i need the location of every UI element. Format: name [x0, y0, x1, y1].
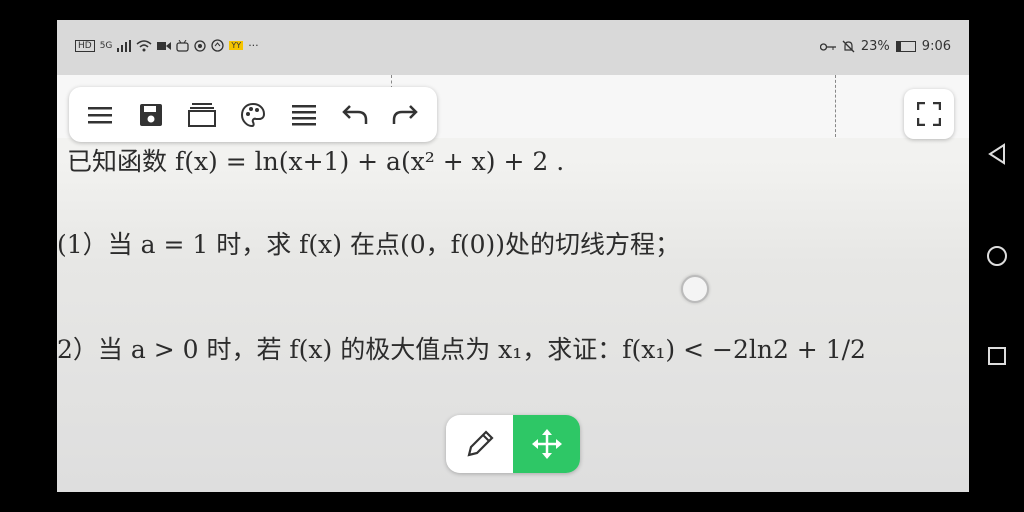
back-button[interactable]	[983, 140, 1011, 168]
home-button[interactable]	[983, 242, 1011, 270]
layers-icon[interactable]	[184, 97, 220, 133]
move-button[interactable]	[513, 415, 580, 473]
bilibili-icon	[176, 39, 190, 52]
mute-bell-icon	[842, 40, 855, 53]
wifi-icon	[136, 39, 152, 51]
yy-badge: YY	[229, 41, 244, 50]
redo-icon[interactable]	[387, 97, 423, 133]
battery-icon	[895, 41, 916, 52]
hd-badge: HD	[75, 39, 95, 52]
pen-icon	[466, 430, 494, 457]
fullscreen-button[interactable]	[904, 89, 954, 139]
drawing-toolbar	[69, 87, 437, 142]
recents-button[interactable]	[983, 342, 1011, 370]
palette-icon[interactable]	[235, 97, 271, 133]
more-indicator: ···	[248, 39, 259, 52]
move-icon	[531, 429, 562, 459]
question-part-2: 2）当 a > 0 时，若 f(x) 的极大值点为 x₁，求证：f(x₁) < …	[57, 335, 866, 364]
edit-mode-pill	[446, 415, 580, 473]
status-bar: HD 5G YY ··· 23% 9:06	[57, 20, 969, 75]
app-browser-icon	[211, 39, 225, 52]
video-icon	[157, 42, 172, 50]
key-icon	[819, 42, 836, 51]
status-right: 23% 9:06	[819, 39, 951, 54]
battery-percent: 23%	[860, 39, 890, 54]
menu-icon[interactable]	[82, 97, 118, 133]
home-icon	[987, 246, 1007, 266]
save-icon[interactable]	[133, 97, 169, 133]
app-circle-icon	[194, 39, 207, 52]
touch-cursor[interactable]	[681, 275, 709, 303]
problem-statement: 已知函数 f(x) = ln(x+1) + a(x² + x) + 2 .	[67, 147, 565, 176]
undo-icon[interactable]	[337, 97, 373, 133]
list-icon[interactable]	[286, 97, 322, 133]
pen-button[interactable]	[446, 415, 513, 473]
status-left: HD 5G YY ···	[75, 39, 259, 52]
back-icon	[988, 143, 1005, 165]
crop-guide-right	[835, 75, 836, 137]
fullscreen-icon	[917, 102, 941, 126]
recents-icon	[988, 347, 1006, 365]
signal-icon	[117, 39, 132, 52]
question-part-1: (1）当 a = 1 时，求 f(x) 在点(0，f(0))处的切线方程；	[57, 230, 681, 259]
app-screen: HD 5G YY ··· 23% 9:06 已知函数 f(x) = ln(x+1…	[57, 20, 969, 492]
clock: 9:06	[921, 39, 951, 54]
network-badge: 5G	[99, 40, 113, 51]
system-nav-bar	[969, 0, 1024, 512]
